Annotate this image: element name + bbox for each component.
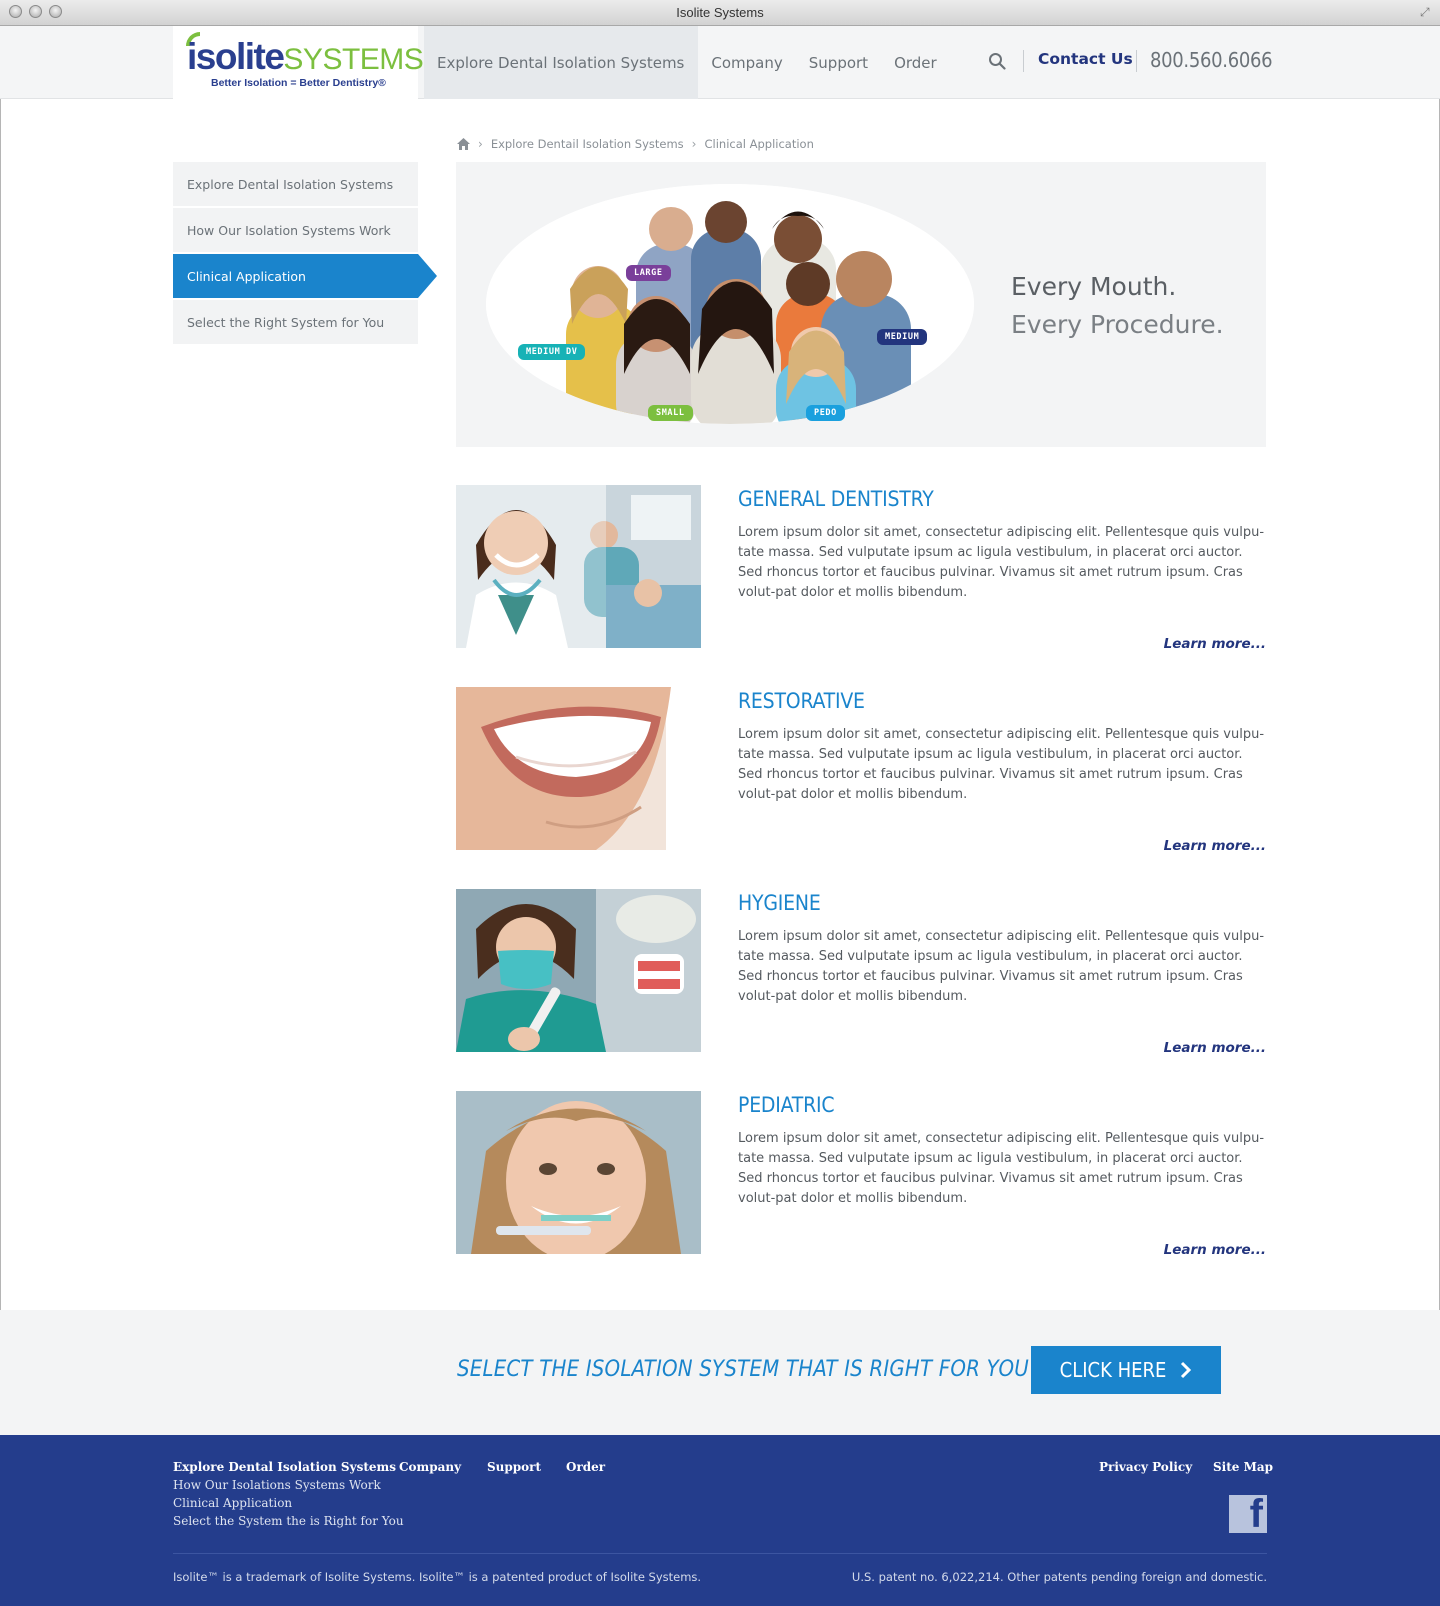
hygiene-image bbox=[456, 889, 701, 1052]
site-footer: Explore Dental Isolation Systems How Our… bbox=[0, 1435, 1440, 1606]
badge-large: LARGE bbox=[626, 265, 671, 281]
click-here-label: CLICK HERE bbox=[1059, 1358, 1167, 1382]
header-divider bbox=[1023, 50, 1024, 72]
phone-number[interactable]: 800.560.6066 bbox=[1150, 48, 1273, 72]
people-group-image bbox=[486, 184, 974, 424]
fullscreen-icon[interactable]: ⤢ bbox=[1420, 6, 1432, 18]
section-title: HYGIENE bbox=[738, 891, 821, 915]
section-title: RESTORATIVE bbox=[738, 689, 865, 713]
footer-divider bbox=[173, 1553, 1267, 1554]
section-title: GENERAL DENTISTRY bbox=[738, 487, 934, 511]
footer-link[interactable]: Select the System the is Right for You bbox=[173, 1512, 404, 1530]
section-pediatric: PEDIATRIC Lorem ipsum dolor sit amet, co… bbox=[456, 1091, 1266, 1261]
restorative-image bbox=[456, 687, 701, 850]
click-here-button[interactable]: CLICK HERE bbox=[1031, 1346, 1221, 1394]
footer-trademark-text: Isolite™ is a trademark of Isolite Syste… bbox=[173, 1570, 702, 1584]
hero-banner: LARGE MEDIUM MEDIUM DV SMALL PEDO Every … bbox=[456, 162, 1266, 447]
badge-medium: MEDIUM bbox=[877, 329, 928, 345]
search-icon[interactable] bbox=[988, 52, 1006, 70]
sidebar-item-explore[interactable]: Explore Dental Isolation Systems bbox=[173, 162, 418, 206]
nav-explore[interactable]: Explore Dental Isolation Systems bbox=[424, 26, 699, 99]
sidebar-item-how-it-works[interactable]: How Our Isolation Systems Work bbox=[173, 208, 418, 252]
cta-band: SELECT THE ISOLATION SYSTEM THAT IS RIGH… bbox=[0, 1310, 1440, 1435]
footer-order-link[interactable]: Order bbox=[566, 1460, 605, 1474]
contact-us-link[interactable]: Contact Us bbox=[1038, 50, 1133, 68]
hero-line-1: Every Mouth. bbox=[1011, 272, 1177, 301]
section-title: PEDIATRIC bbox=[738, 1093, 835, 1117]
footer-company-link[interactable]: Company bbox=[399, 1460, 461, 1474]
footer-support-link[interactable]: Support bbox=[487, 1460, 541, 1474]
hero-line-2: Every Procedure. bbox=[1011, 310, 1224, 339]
site-logo[interactable]: isoliteSYSTEMS Better Isolation = Better… bbox=[173, 26, 424, 100]
hero-group-photo bbox=[486, 184, 974, 424]
badge-pedo: PEDO bbox=[806, 405, 845, 421]
window-titlebar: Isolite Systems ⤢ bbox=[0, 0, 1440, 26]
breadcrumb-current: Clinical Application bbox=[704, 137, 814, 151]
section-body: Lorem ipsum dolor sit amet, consectetur … bbox=[738, 1131, 1265, 1206]
sidebar-item-select-system[interactable]: Select the Right System for You bbox=[173, 300, 418, 344]
logo-tagline: Better Isolation = Better Dentistry® bbox=[211, 77, 386, 89]
nav-support[interactable]: Support bbox=[796, 26, 881, 99]
logo-systems: SYSTEMS bbox=[283, 43, 424, 76]
footer-link[interactable]: Clinical Application bbox=[173, 1494, 404, 1512]
breadcrumb: › Explore Dentail Isolation Systems › Cl… bbox=[457, 137, 814, 151]
learn-more-link[interactable]: Learn more... bbox=[1164, 1242, 1266, 1258]
hero-headline: Every Mouth. Every Procedure. bbox=[1011, 268, 1224, 344]
footer-patent-text: U.S. patent no. 6,022,214. Other patents… bbox=[851, 1570, 1267, 1584]
chevron-right-icon: › bbox=[691, 137, 697, 151]
footer-explore-link[interactable]: Explore Dental Isolation Systems bbox=[173, 1460, 404, 1474]
logo-wordmark: isoliteSYSTEMS bbox=[187, 36, 424, 78]
window-title: Isolite Systems bbox=[676, 5, 764, 20]
general-dentistry-image bbox=[456, 485, 701, 648]
sidebar-item-clinical-application[interactable]: Clinical Application bbox=[173, 254, 437, 298]
footer-privacy-link[interactable]: Privacy Policy bbox=[1099, 1460, 1192, 1474]
badge-medium-dv: MEDIUM DV bbox=[518, 344, 586, 360]
logo-isolite: isolite bbox=[187, 36, 285, 77]
main-nav: Explore Dental Isolation Systems Company… bbox=[424, 26, 950, 99]
sidebar-nav: Explore Dental Isolation Systems How Our… bbox=[173, 162, 437, 346]
footer-link[interactable]: How Our Isolations Systems Work bbox=[173, 1476, 404, 1494]
pediatric-image bbox=[456, 1091, 701, 1254]
chevron-right-icon: › bbox=[478, 137, 483, 151]
badge-small: SMALL bbox=[648, 405, 693, 421]
footer-explore-column: Explore Dental Isolation Systems How Our… bbox=[173, 1460, 404, 1530]
section-general-dentistry: GENERAL DENTISTRY Lorem ipsum dolor sit … bbox=[456, 485, 1266, 655]
section-restorative: RESTORATIVE Lorem ipsum dolor sit amet, … bbox=[456, 687, 1266, 857]
section-body: Lorem ipsum dolor sit amet, consectetur … bbox=[738, 727, 1265, 802]
section-body: Lorem ipsum dolor sit amet, consectetur … bbox=[738, 525, 1265, 600]
section-hygiene: HYGIENE Lorem ipsum dolor sit amet, cons… bbox=[456, 889, 1266, 1059]
facebook-icon[interactable]: f bbox=[1229, 1495, 1267, 1533]
learn-more-link[interactable]: Learn more... bbox=[1164, 1040, 1266, 1056]
nav-order[interactable]: Order bbox=[881, 26, 950, 99]
nav-company[interactable]: Company bbox=[698, 26, 795, 99]
cta-text: SELECT THE ISOLATION SYSTEM THAT IS RIGH… bbox=[457, 1357, 1029, 1382]
footer-sitemap-link[interactable]: Site Map bbox=[1213, 1460, 1273, 1474]
home-icon[interactable] bbox=[457, 138, 470, 150]
breadcrumb-explore[interactable]: Explore Dentail Isolation Systems bbox=[491, 137, 684, 151]
learn-more-link[interactable]: Learn more... bbox=[1164, 636, 1266, 652]
section-body: Lorem ipsum dolor sit amet, consectetur … bbox=[738, 929, 1265, 1004]
chevron-right-icon bbox=[1181, 1361, 1192, 1379]
learn-more-link[interactable]: Learn more... bbox=[1164, 838, 1266, 854]
header-divider bbox=[1136, 50, 1137, 72]
